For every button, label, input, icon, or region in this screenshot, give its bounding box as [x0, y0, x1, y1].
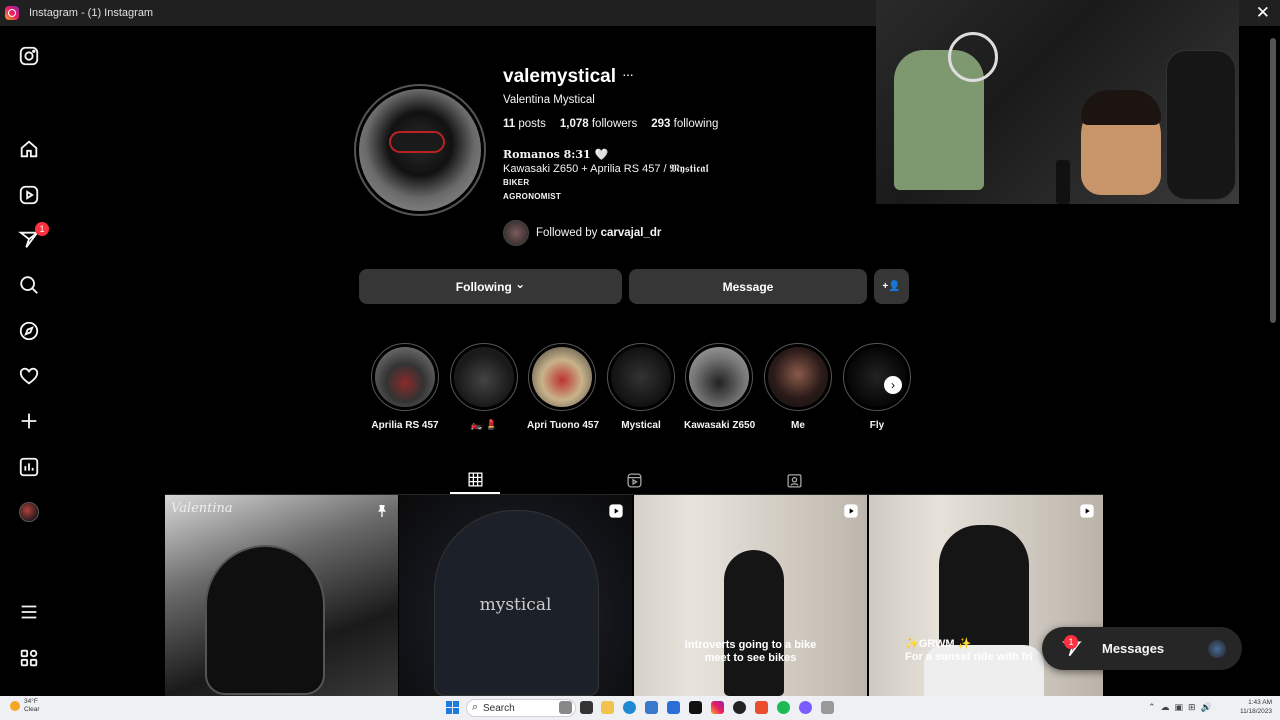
following-button[interactable]: Following ⌄ [359, 269, 622, 304]
weather-sun-icon [10, 701, 20, 711]
profile-avatar[interactable] [17, 500, 41, 524]
highlight-item[interactable]: Aprilia RS 457 [370, 343, 440, 431]
instagram-app-icon [5, 6, 19, 20]
grid-icon [467, 471, 483, 487]
tab-tagged[interactable] [769, 466, 819, 494]
tagged-icon [786, 473, 802, 488]
add-user-icon: +👤 [882, 281, 901, 292]
left-sidebar: 1 [0, 26, 58, 696]
followed-by-avatar [503, 220, 529, 246]
messages-icon[interactable]: 1 [17, 222, 49, 252]
home-icon[interactable] [17, 137, 41, 161]
profile-picture[interactable] [354, 84, 486, 216]
clock[interactable]: 1:43 AM 11/18/2023 [1240, 698, 1272, 716]
menu-icon[interactable] [17, 600, 41, 624]
messages-badge: 1 [35, 222, 49, 236]
followers-stat[interactable]: 1,078 followers [560, 118, 637, 130]
more-options-button[interactable]: ··· [622, 66, 634, 82]
followed-by-prefix: Followed by [536, 227, 598, 239]
posts-stat: 11 posts [503, 118, 546, 130]
taskbar-app-icon[interactable] [755, 701, 768, 714]
instagram-logo-icon[interactable] [17, 44, 41, 68]
bio-line-3: BIKER [503, 178, 530, 187]
post-tile[interactable]: mystical [399, 495, 632, 696]
instagram-taskbar-icon[interactable] [711, 701, 724, 714]
taskbar-app-icon[interactable] [645, 701, 658, 714]
file-explorer-icon[interactable] [601, 701, 614, 714]
bio-line-2: Kawasaki Z650 + Aprilia RS 457 / 𝕸𝖞𝖘𝖙𝖎𝖈𝖆… [503, 163, 709, 175]
following-stat[interactable]: 293 following [651, 118, 718, 130]
close-window-button[interactable]: ✕ [1256, 3, 1270, 23]
dark-chair [1166, 50, 1236, 200]
highlight-item[interactable]: Me [763, 343, 833, 431]
window-title: Instagram - (1) Instagram [29, 7, 154, 19]
reels-icon[interactable] [17, 183, 41, 207]
highlight-item[interactable]: 🏍️ 💄 [449, 343, 519, 431]
messages-widget-label: Messages [1102, 641, 1165, 656]
messages-widget-avatar [1208, 639, 1226, 658]
spotify-icon[interactable] [777, 701, 790, 714]
microphone [1056, 160, 1070, 204]
windows-taskbar: 34°FClear Search ⌃☁▣⊞🔊 1:43 AM 11/18/202… [0, 696, 1280, 720]
edge-browser-icon[interactable] [623, 701, 636, 714]
pin-icon [378, 505, 386, 517]
notifications-heart-icon[interactable] [17, 364, 41, 388]
also-from-meta-icon[interactable] [17, 646, 41, 670]
tab-reels[interactable] [609, 466, 659, 494]
streamer-hair [1081, 90, 1161, 125]
post-caption: Introverts going to a bike meet to see b… [684, 639, 817, 664]
highlight-item[interactable]: Mystical [606, 343, 676, 431]
tiktok-icon[interactable] [689, 701, 702, 714]
post-watermark: mystical [479, 595, 552, 615]
post-tile[interactable]: Valentina [165, 495, 398, 696]
dashboard-icon[interactable] [17, 455, 41, 479]
taskbar-app-icon[interactable] [799, 701, 812, 714]
chevron-down-icon: ⌄ [515, 276, 526, 291]
reel-icon [609, 504, 623, 518]
steering-wheel [948, 32, 998, 82]
taskbar-app-icon[interactable] [667, 701, 680, 714]
search-icon[interactable] [17, 273, 41, 297]
messages-widget[interactable]: 1 Messages [1042, 627, 1242, 670]
profile-username: valemystical [503, 66, 617, 87]
create-plus-icon[interactable] [17, 409, 41, 433]
taskbar-app-icon[interactable] [821, 701, 834, 714]
messages-widget-badge: 1 [1064, 635, 1078, 649]
highlight-item[interactable]: Kawasaki Z650 [684, 343, 755, 431]
highlights-next-button[interactable]: › [884, 376, 902, 394]
avatar [19, 502, 39, 522]
bio-line-1: 𝐑𝐨𝐦𝐚𝐧𝐨𝐬 𝟖:𝟑𝟏 🤍 [503, 148, 609, 161]
post-watermark: Valentina [171, 501, 233, 516]
taskbar-app-icon[interactable] [559, 701, 572, 714]
bio-line-4: AGRONOMIST [503, 192, 562, 201]
taskbar-app-icon[interactable] [733, 701, 746, 714]
profile-full-name: Valentina Mystical [503, 94, 595, 106]
profile-stats: 11 posts 1,078 followers 293 following [503, 118, 718, 130]
followed-by[interactable]: Followed by carvajal_dr [503, 220, 661, 246]
tab-posts[interactable] [450, 466, 500, 494]
page-scrollbar[interactable] [1270, 38, 1276, 323]
message-button[interactable]: Message [629, 269, 867, 304]
reel-icon [1080, 504, 1094, 518]
system-tray-icons[interactable]: ⌃☁▣⊞🔊 [1148, 702, 1217, 713]
taskbar-app-icon[interactable] [580, 701, 593, 714]
highlight-item[interactable]: Apri Tuono 457 [527, 343, 599, 431]
post-tile[interactable]: Introverts going to a bike meet to see b… [634, 495, 867, 696]
suggested-users-button[interactable]: +👤 [874, 269, 909, 304]
reel-icon [844, 504, 858, 518]
start-button[interactable] [446, 701, 459, 714]
followed-by-user[interactable]: carvajal_dr [601, 227, 662, 239]
profile-bio: 𝐑𝐨𝐦𝐚𝐧𝐨𝐬 𝟖:𝟑𝟏 🤍 Kawasaki Z650 + Aprilia R… [503, 148, 709, 204]
webcam-overlay [876, 0, 1239, 204]
explore-icon[interactable] [17, 319, 41, 343]
weather-widget[interactable]: 34°F Clear [10, 698, 40, 714]
reels-icon [626, 472, 642, 488]
